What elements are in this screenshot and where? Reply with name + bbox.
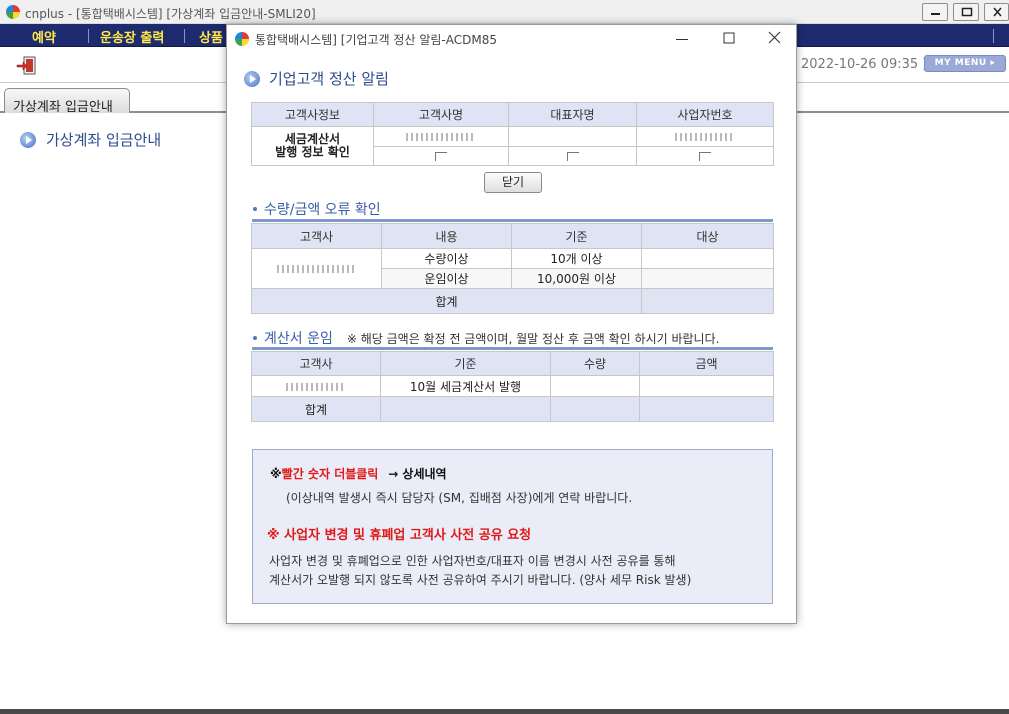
notice-contact-text: (이상내역 발생시 즉시 담당자 (SM, 집배점 사장)에게 연락 바랍니다. [286,491,633,505]
notice-detail-text: → 상세내역 [388,467,447,481]
menu-item-waybill-print[interactable]: 운송장 출력 [100,27,164,46]
business-number-value [636,126,774,147]
dialog-maximize-icon[interactable] [720,30,738,46]
customer-value [251,375,381,397]
customer-value [251,248,382,289]
fee-total-quantity [550,396,640,422]
current-datetime: 2022-10-26 09:35 ) [801,57,928,72]
maximize-button[interactable] [953,3,979,21]
col-quantity: 수량 [550,351,640,376]
col-customer: 고객사 [251,351,381,376]
customer-name-checkbox-cell [373,146,509,166]
settlement-dialog: 통합택배시스템] [기업고객 정산 알림-ACDM85 기업고객 정산 알림 고… [226,24,797,624]
col-customer-info: 고객사정보 [251,102,374,127]
maximize-icon [961,7,973,17]
app-logo-icon [6,5,20,19]
business-number-checkbox-cell [636,146,774,166]
minimize-button[interactable] [922,3,948,21]
fee-total-label: 합계 [251,396,381,422]
table-cell: 수량이상 [381,248,512,269]
section-divider [252,347,773,350]
play-bullet-icon [244,70,260,87]
menu-separator [88,29,89,43]
dialog-close-icon[interactable] [766,30,784,46]
customer-name-checkbox[interactable] [435,152,447,161]
col-content: 내용 [381,223,512,249]
minimize-icon [931,13,940,15]
invoice-fee-title: 계산서 운임 [264,331,333,347]
notice-business-change-line2: 계산서가 오발행 되지 않도록 사전 공유하여 주시기 바랍니다. (양사 세무… [269,573,692,587]
status-bar [0,709,1009,714]
table-cell: 10,000원 이상 [511,268,642,289]
col-amount: 금액 [639,351,774,376]
menu-item-reservation[interactable]: 예약 [32,27,56,46]
section-divider [252,219,773,222]
dialog-close-button[interactable]: 닫기 [484,172,542,193]
page-title: 가상계좌 입금안내 [46,131,162,149]
my-menu-button[interactable]: MY MENU ▸ [924,55,1006,72]
notice-business-change-title: ※ 사업자 변경 및 휴폐업 고객사 사전 공유 요청 [267,528,532,543]
representative-value [508,126,637,147]
dot-bullet-icon [253,336,257,340]
customer-name-value [373,126,509,147]
target-count-cell[interactable] [641,268,774,289]
invoice-fee-note: ※ 해당 금액은 확정 전 금액이며, 월말 정산 후 금액 확인 하시기 바랍… [346,331,720,346]
col-customer: 고객사 [251,223,382,249]
window-close-button[interactable] [984,3,1009,21]
qty-total-value [641,288,774,314]
invoice-fee-table: 고객사 기준 수량 금액 10월 세금계산서 발행 합계 [251,351,774,422]
business-number-checkbox[interactable] [699,152,711,161]
app-titlebar: cnplus - [통합택배시스템] [가상계좌 입금안내-SMLI20] [0,0,1009,24]
table-cell: 10개 이상 [511,248,642,269]
amount-value[interactable] [639,375,774,397]
exit-icon[interactable] [16,56,38,76]
col-customer-name: 고객사명 [373,102,509,127]
representative-checkbox-cell [508,146,637,166]
col-criteria: 기준 [511,223,642,249]
col-criteria: 기준 [380,351,551,376]
customer-info-table: 고객사정보 고객사명 대표자명 사업자번호 세금계산서 발행 정보 확인 [251,102,774,166]
qty-total-label: 합계 [251,288,642,314]
dialog-heading-text: 기업고객 정산 알림 [269,70,389,88]
target-count-cell[interactable] [641,248,774,269]
menu-item-product[interactable]: 상품 [199,27,223,46]
representative-checkbox[interactable] [566,152,579,161]
table-cell: 10월 세금계산서 발행 [380,375,551,397]
table-cell: 운임이상 [381,268,512,289]
invoice-fee-heading: 계산서 운임 ※ 해당 금액은 확정 전 금액이며, 월말 정산 후 금액 확인 … [253,328,719,348]
col-representative: 대표자명 [508,102,637,127]
quantity-value[interactable] [550,375,640,397]
col-business-number: 사업자번호 [636,102,774,127]
notice-business-change-line1: 사업자 변경 및 휴폐업으로 인한 사업자번호/대표자 이름 변경시 사전 공유… [269,554,676,568]
col-target: 대상 [641,223,774,249]
dialog-title: 통합택배시스템] [기업고객 정산 알림-ACDM85 [255,33,497,47]
close-icon [993,7,1002,17]
dialog-logo-icon [235,32,249,46]
notice-line-detail: ※빨간 숫자 더블클릭 → 상세내역 [270,465,447,482]
notice-red-text: 빨간 숫자 더블클릭 [281,467,379,481]
notice-box: ※빨간 숫자 더블클릭 → 상세내역 (이상내역 발생시 즉시 담당자 (SM,… [252,449,773,604]
dialog-heading: 기업고객 정산 알림 [244,68,389,89]
dialog-titlebar: 통합택배시스템] [기업고객 정산 알림-ACDM85 [227,25,796,51]
dot-bullet-icon [253,207,257,211]
menu-separator [184,29,185,43]
qty-error-heading: 수량/금액 오류 확인 [253,199,381,219]
dialog-minimize-icon[interactable] [673,30,691,46]
fee-total-criteria [380,396,551,422]
app-title: cnplus - [통합택배시스템] [가상계좌 입금안내-SMLI20] [25,7,316,21]
qty-error-title: 수량/금액 오류 확인 [264,202,381,218]
notice-mark: ※ [270,467,282,481]
qty-error-table: 고객사 내용 기준 대상 수량이상 10개 이상 운임이상 10,000원 이상… [251,223,774,314]
tax-invoice-check-label: 세금계산서 발행 정보 확인 [251,126,374,166]
play-bullet-icon [20,131,36,148]
menu-separator [993,29,994,43]
fee-total-amount [639,396,774,422]
page-heading: 가상계좌 입금안내 [20,129,161,150]
tab-virtual-account-notice[interactable]: 가상계좌 입금안내 [4,88,130,115]
